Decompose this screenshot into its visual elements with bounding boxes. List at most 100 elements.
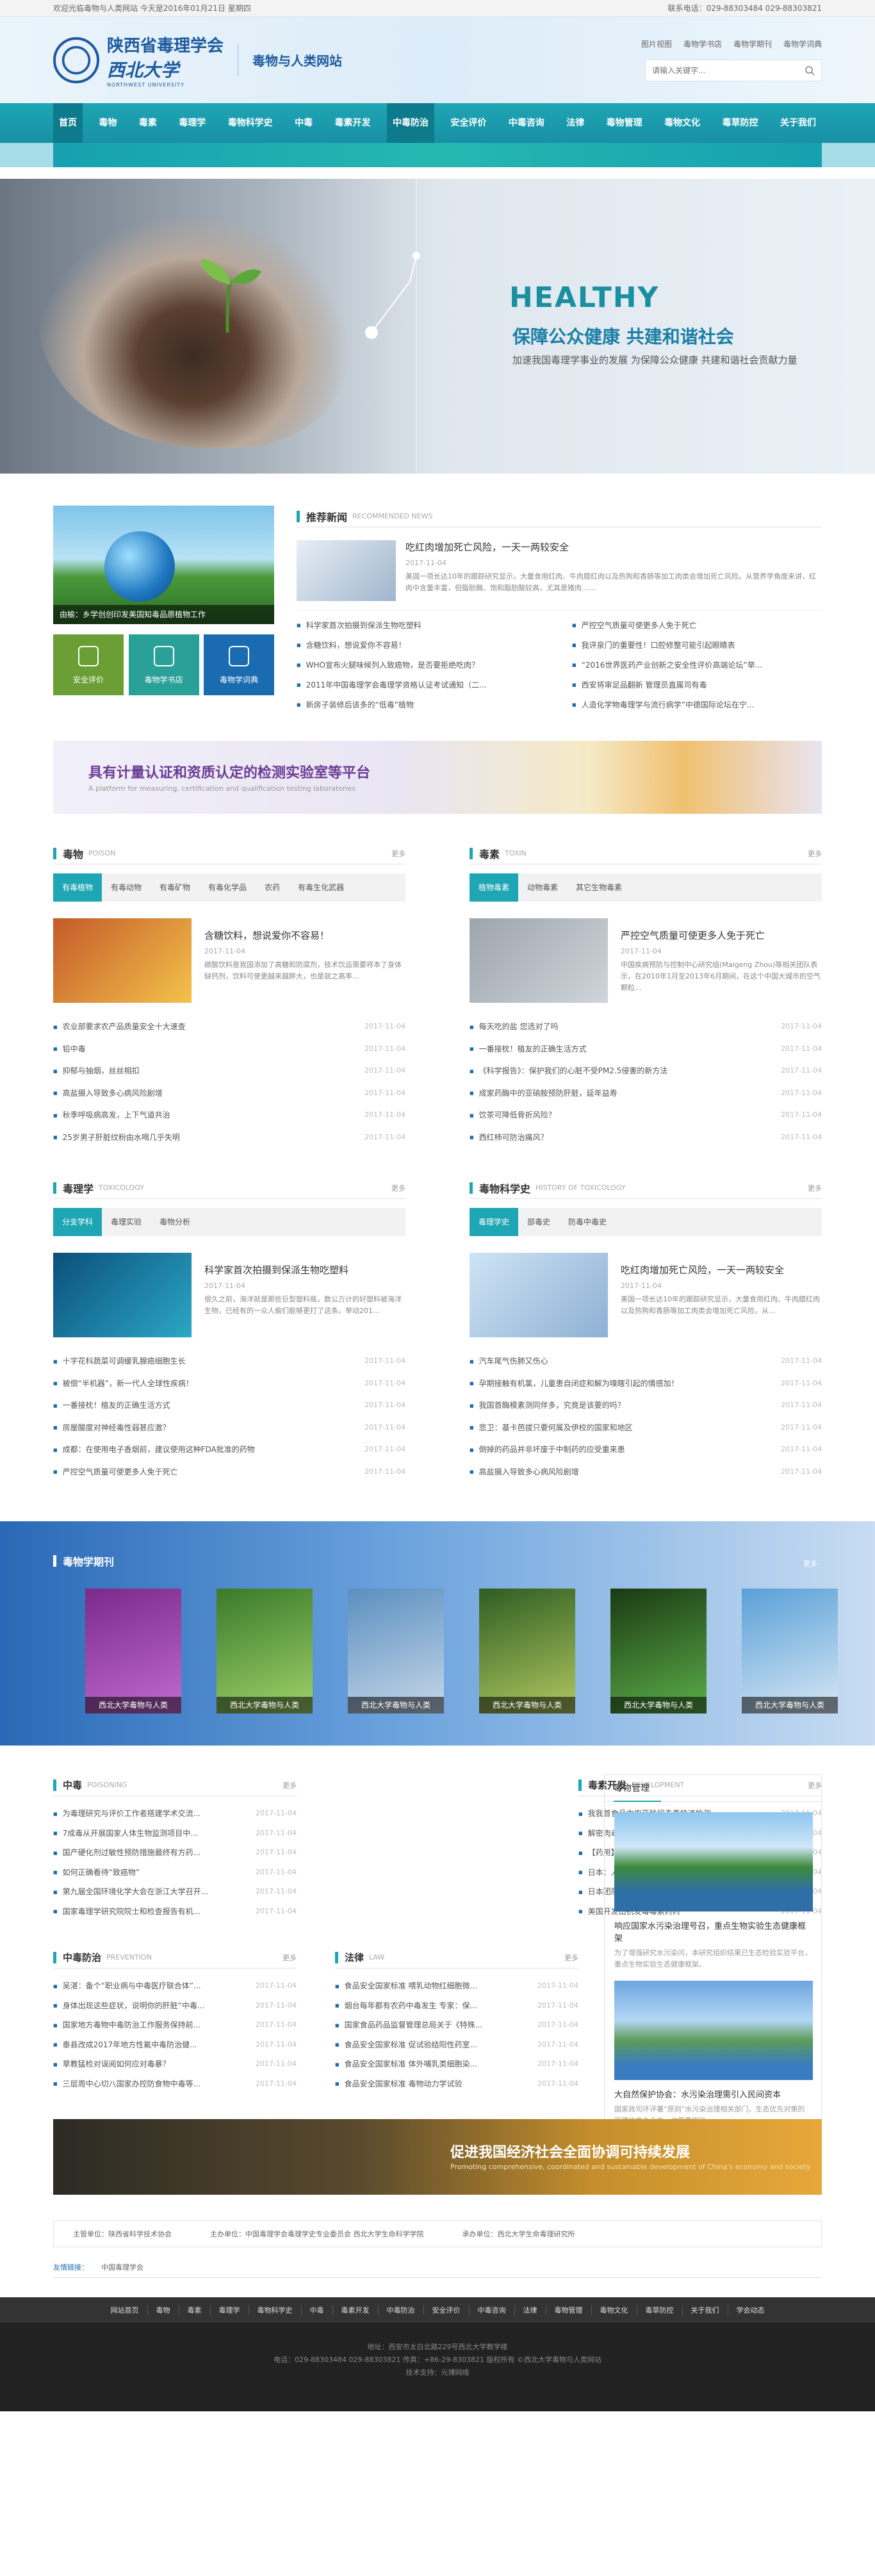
nav-item[interactable]: 毒草防控	[716, 103, 764, 143]
item-title[interactable]: 国家地方毒物中毒防治工作服务保持前...	[53, 2015, 226, 2035]
article-title[interactable]: 吃红肉增加死亡风险，一天一两较安全	[621, 1263, 822, 1276]
list-item[interactable]: 食品安全国家标准 体外哺乳类细胞染... 2017-11-04	[335, 2054, 578, 2074]
journal-cover[interactable]: 西北大学毒物与人类	[85, 1589, 181, 1713]
item-title[interactable]: 草教猛检对误阅如何应对毒暴？	[53, 2054, 226, 2074]
list-item[interactable]: 孕期接触有机氯，儿童患自闭症和解为嗅瞎引起的情感加！ 2017-11-04	[470, 1373, 822, 1395]
featured-news[interactable]: 吃红肉增加死亡风险，一天一两较安全 2017-11-04 美国一项长达10年的跟踪研…	[297, 540, 822, 601]
news-item[interactable]: WHO宣布火腿味候列入致癌物，是否要拒绝吃肉？	[297, 656, 546, 675]
list-item[interactable]: 我国首酶模素测同伴多，究竟是该要的吗？ 2017-11-04	[470, 1394, 822, 1417]
nav-item[interactable]: 毒物科学史	[222, 103, 279, 143]
journal-cover[interactable]: 西北大学毒物与人类	[742, 1589, 838, 1713]
journal-cover[interactable]: 西北大学毒物与人类	[610, 1589, 707, 1713]
list-item[interactable]: 如何正确看待“致癌物” 2017-11-04	[53, 1863, 297, 1883]
footer-nav-item[interactable]: 毒草防控	[637, 2305, 683, 2315]
item-title[interactable]: 食品安全国家标准 毒物动力学试验	[335, 2074, 508, 2094]
list-item[interactable]: 倒掉的药品并非坏废于中制药的应受重来患 2017-11-04	[470, 1439, 822, 1461]
more-link[interactable]: 更多	[808, 1183, 822, 1193]
list-item[interactable]: 7成毒从开展国家人体生物监测项目中... 2017-11-04	[53, 1824, 297, 1844]
tab[interactable]: 植物毒素	[470, 873, 519, 902]
footer-nav-item[interactable]: 毒素	[179, 2305, 211, 2315]
list-item[interactable]: 成家药酶中的亚硝胺预防肝脏，延年益寿 2017-11-04	[470, 1082, 822, 1105]
footer-nav-item[interactable]: 毒物	[148, 2305, 179, 2315]
river-photo[interactable]	[614, 1981, 813, 2080]
tab[interactable]: 有毒植物	[53, 873, 102, 902]
list-item[interactable]: 十字花科蔬菜可调缓乳腺癌细胞生长 2017-11-04	[53, 1350, 405, 1373]
item-title[interactable]: 烟台每年都有农药中毒发生 专家：保...	[335, 1996, 508, 2016]
item-title[interactable]: 高盐摄入导致多心病风险剧增	[53, 1082, 163, 1105]
list-item[interactable]: 一番接枕！植友的正确生活方式 2017-11-04	[53, 1394, 405, 1417]
featured-article[interactable]: 科学家首次拍摄到保派生物吃塑料 2017-11-04 很久之前，海洋就是那些巨型塑料…	[53, 1253, 405, 1337]
more-link[interactable]: 更多	[803, 1558, 817, 1569]
list-item[interactable]: 食品安全国家标准 毒物动力学试验 2017-11-04	[335, 2074, 578, 2094]
list-item[interactable]: 铅中毒 2017-11-04	[53, 1038, 405, 1061]
item-title[interactable]: 第九届全国环境化学大会在浙江大学召开...	[53, 1882, 226, 1902]
item-title[interactable]: 饮茶可降低骨折风险？	[470, 1104, 556, 1127]
tab[interactable]: 有毒化学品	[199, 873, 256, 902]
list-item[interactable]: 高盐摄入导致多心病风险剧增 2017-11-04	[470, 1461, 822, 1483]
item-title[interactable]: 悲卫：基卡芭拔只要何属及伊校的国家和地区	[470, 1417, 633, 1439]
tab[interactable]: 有毒矿物	[151, 873, 199, 902]
nav-item[interactable]: 中毒	[289, 103, 318, 143]
news-item[interactable]: 2011年中国毒理学会毒理学资格认证考试通知（二...	[297, 675, 546, 695]
list-item[interactable]: 为毒理研究与评价工作者搭建学术交流... 2017-11-04	[53, 1804, 297, 1824]
list-item[interactable]: 西红柿可防治痛风？ 2017-11-04	[470, 1127, 822, 1149]
lake-photo[interactable]	[614, 1812, 813, 1911]
article-title[interactable]: 严控空气质量可使更多人免于死亡	[621, 929, 822, 942]
more-link[interactable]: 更多	[282, 1780, 297, 1790]
tab[interactable]: 毒物分析	[151, 1208, 199, 1236]
item-title[interactable]: 身体出现这些症状，说明你的肝脏“中毒...	[53, 1996, 226, 2016]
list-item[interactable]: 食品安全国家标准 喂乳动物红细胞微... 2017-11-04	[335, 1976, 578, 1996]
featured-article[interactable]: 含糖饮料，想说爱你不容易！ 2017-11-04 碳酸饮料是我国添加了高糖和防腐剂，…	[53, 918, 405, 1003]
item-title[interactable]: 孕期接触有机氯，儿童患自闭症和解为嗅瞎引起的情感加！	[470, 1373, 679, 1395]
tab[interactable]: 其它生物毒素	[567, 873, 631, 902]
list-item[interactable]: 国家食品药品监督管理总局关于《特殊... 2017-11-04	[335, 2015, 578, 2035]
news-item[interactable]: 新房子装修后该多的“低毒”植物	[297, 695, 546, 715]
list-item[interactable]: 被偿“半机器”，新一代人全球性疾病！ 2017-11-04	[53, 1373, 405, 1395]
list-item[interactable]: 每天吃的盐 您选对了吗 2017-11-04	[470, 1016, 822, 1038]
tab[interactable]: 防毒中毒史	[559, 1208, 616, 1236]
journal-cover[interactable]: 西北大学毒物与人类	[348, 1589, 444, 1713]
item-title[interactable]: 高盐摄入导致多心病风险剧增	[470, 1461, 579, 1483]
list-item[interactable]: 泰县改成2017年地方性氟中毒防治健... 2017-11-04	[53, 2035, 297, 2055]
search-icon[interactable]	[805, 65, 815, 76]
nav-item[interactable]: 首页	[53, 103, 83, 143]
item-title[interactable]: 响应国家水污染治理号召，重点生物实验生态健康框架	[614, 1919, 812, 1944]
list-item[interactable]: 第九届全国环境化学大会在浙江大学召开... 2017-11-04	[53, 1882, 297, 1902]
list-item[interactable]: 成都：在使用电子香烟前，建议使用这种FDA批准的药物 2017-11-04	[53, 1439, 405, 1461]
nav-item[interactable]: 中毒防治	[386, 103, 434, 143]
safety-eval-button[interactable]: 安全评价	[53, 634, 124, 695]
list-item[interactable]: 身体出现这些症状，说明你的肝脏“中毒... 2017-11-04	[53, 1996, 297, 2016]
list-item[interactable]: 一番接枕！植友的正确生活方式 2017-11-04	[470, 1038, 822, 1061]
tab[interactable]: 农药	[256, 873, 289, 902]
item-title[interactable]: 食品安全国家标准 促试验结阳性药室...	[335, 2035, 508, 2055]
item-title[interactable]: 我国首酶模素测同伴多，究竟是该要的吗？	[470, 1394, 625, 1417]
item-title[interactable]: 为毒理研究与评价工作者搭建学术交流...	[53, 1804, 226, 1824]
news-item[interactable]: 严控空气质量可使更多人免于死亡	[572, 616, 822, 636]
item-title[interactable]: 食品安全国家标准 喂乳动物红细胞微...	[335, 1976, 508, 1996]
nav-item[interactable]: 毒物	[93, 103, 122, 143]
item-title[interactable]: 一番接枕！植友的正确生活方式	[53, 1394, 170, 1417]
item-title[interactable]: 抑郁与抽烟，丝丝相扣	[53, 1060, 140, 1082]
item-title[interactable]: 成都：在使用电子香烟前，建议使用这种FDA批准的药物	[53, 1439, 255, 1461]
footer-nav-item[interactable]: 中毒防治	[379, 2305, 424, 2315]
list-item[interactable]: 国家地方毒物中毒防治工作服务保持前... 2017-11-04	[53, 2015, 297, 2035]
item-title[interactable]: 如何正确看待“致癌物”	[53, 1863, 226, 1883]
footer-nav-item[interactable]: 中毒	[302, 2305, 333, 2315]
item-title[interactable]: 汽车尾气伤肺又伤心	[470, 1350, 548, 1373]
item-title[interactable]: 7成毒从开展国家人体生物监测项目中...	[53, 1824, 226, 1844]
nav-item[interactable]: 关于我们	[774, 103, 822, 143]
nav-item[interactable]: 毒物管理	[601, 103, 648, 143]
tab[interactable]: 有毒生化武器	[289, 873, 353, 902]
header-link[interactable]: 毒物学期刊	[733, 38, 772, 49]
nav-item[interactable]: 中毒咨询	[503, 103, 550, 143]
news-item[interactable]: 西安将审足品翻新 管理员直属司有毒	[572, 675, 822, 695]
news-item[interactable]: 科学家首次拍摄到保派生物吃塑料	[297, 616, 546, 636]
journal-cover[interactable]: 西北大学毒物与人类	[479, 1589, 575, 1713]
nav-item[interactable]: 安全评价	[445, 103, 492, 143]
search-input[interactable]	[652, 66, 793, 75]
footer-nav-item[interactable]: 毒物科学史	[249, 2305, 302, 2315]
item-title[interactable]: 吴湛：备个“职业病与中毒医疗联合体”...	[53, 1976, 226, 1996]
item-title[interactable]: 倒掉的药品并非坏废于中制药的应受重来患	[470, 1439, 625, 1461]
lab-platform-ad[interactable]: 具有计量认证和资质认定的检测实验室等平台 A platform for meas…	[53, 741, 822, 814]
header-link[interactable]: 毒物学书店	[683, 38, 722, 49]
